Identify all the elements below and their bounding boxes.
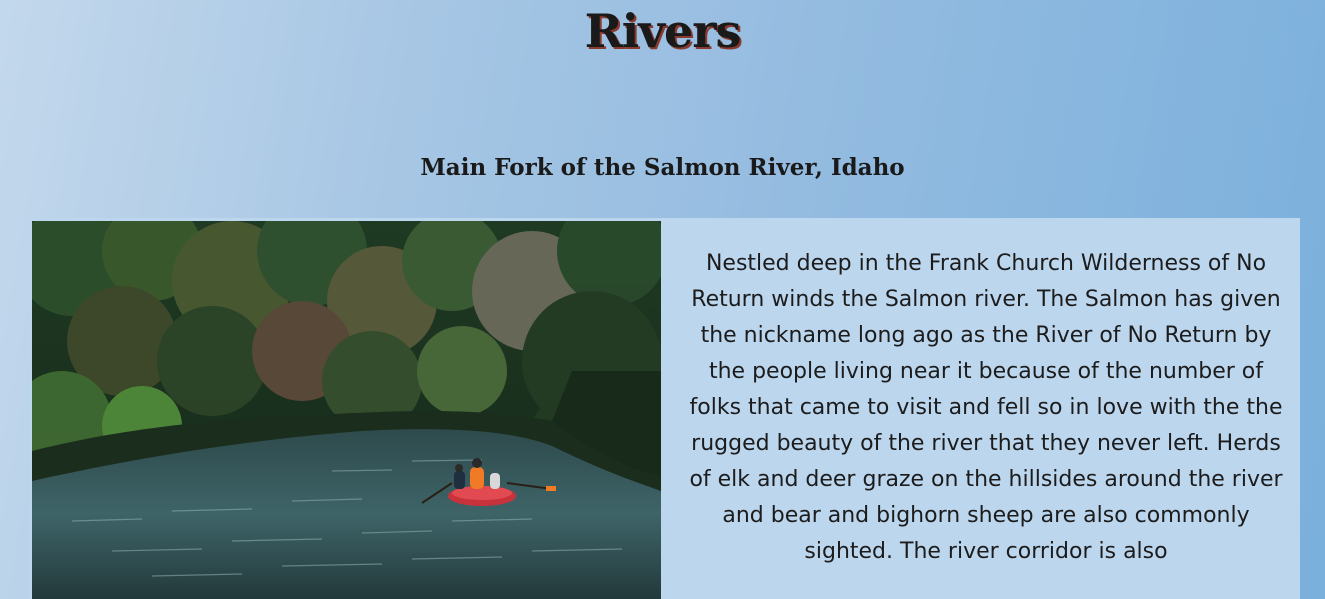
river-rafting-photo	[32, 221, 661, 599]
river-title: Main Fork of the Salmon River, Idaho	[420, 154, 905, 181]
page-title: Rivers	[584, 4, 742, 58]
river-description: Nestled deep in the Frank Church Wildern…	[689, 251, 1283, 564]
river-card: Nestled deep in the Frank Church Wildern…	[30, 218, 1300, 599]
